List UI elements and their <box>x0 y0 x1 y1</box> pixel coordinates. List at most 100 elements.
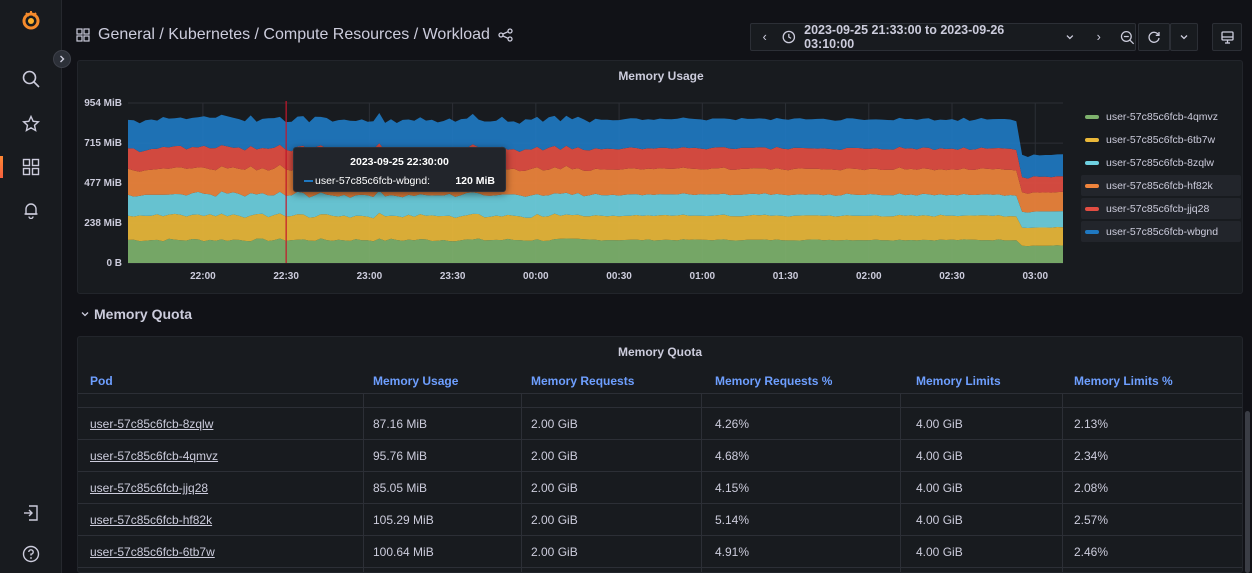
table-cell: 2.00 GiB <box>531 481 578 495</box>
search-icon[interactable] <box>19 67 43 91</box>
tooltip-value: 120 MiB <box>455 175 495 187</box>
time-range-label[interactable]: 2023-09-25 21:33:00 to 2023-09-26 03:10:… <box>804 23 1051 51</box>
x-tick-label: 02:30 <box>939 271 965 282</box>
memory-quota-panel: Memory Quota Pod Memory Usage Memory Reque… <box>77 336 1243 573</box>
dashboard-grid-icon <box>76 28 90 42</box>
panel-title[interactable]: Memory Quota <box>78 345 1242 359</box>
table-row[interactable]: user-57c85c6fcb-4qmvz 95.76 MiB 2.00 GiB 4.… <box>78 440 1242 472</box>
x-tick-label: 00:00 <box>523 271 549 282</box>
time-range-picker[interactable]: ‹ 2023-09-25 21:33:00 to 2023-09-26 03:1… <box>750 23 1136 51</box>
legend-item[interactable]: user-57c85c6fcb-jjq28 <box>1081 198 1241 219</box>
chevron-down-icon <box>1180 35 1188 40</box>
column-header[interactable]: Memory Limits % <box>1074 374 1173 388</box>
pod-link[interactable]: user-57c85c6fcb-8zqlw <box>90 417 213 431</box>
table-cell: 100.64 MiB <box>373 545 434 559</box>
top-navbar: General / Kubernetes / Compute Resources… <box>62 0 1252 67</box>
table-cell: 2.00 GiB <box>531 417 578 431</box>
legend-label: user-57c85c6fcb-6tb7w <box>1106 133 1216 146</box>
active-indicator <box>0 156 3 178</box>
table-cell: 4.00 GiB <box>916 513 963 527</box>
x-tick-label: 22:00 <box>190 271 216 282</box>
tv-mode-button[interactable] <box>1212 23 1242 51</box>
legend-item[interactable]: user-57c85c6fcb-6tb7w <box>1081 129 1241 150</box>
pod-link[interactable]: user-57c85c6fcb-6tb7w <box>90 545 215 559</box>
x-tick-label: 00:30 <box>606 271 632 282</box>
x-tick-label: 02:00 <box>856 271 882 282</box>
column-divider <box>1062 394 1063 572</box>
table-cell: 87.16 MiB <box>373 417 428 431</box>
table-row[interactable]: user-57c85c6fcb-6tb7w 100.64 MiB 2.00 GiB 4… <box>78 536 1242 568</box>
pod-link[interactable]: user-57c85c6fcb-4qmvz <box>90 449 218 463</box>
table-cell: 2.00 GiB <box>531 513 578 527</box>
sign-in-icon[interactable] <box>19 501 43 525</box>
refresh-icon <box>1148 31 1160 43</box>
chevron-down-icon <box>81 312 89 317</box>
alerting-icon[interactable] <box>19 198 43 222</box>
x-tick-label: 01:30 <box>773 271 799 282</box>
column-header[interactable]: Memory Requests % <box>715 374 832 388</box>
help-icon[interactable] <box>19 542 43 566</box>
table-row[interactable]: user-57c85c6fcb-8zqlw 87.16 MiB 2.00 GiB 4.… <box>78 408 1242 440</box>
table-cell: 5.14% <box>715 513 750 527</box>
column-header[interactable]: Pod <box>90 374 113 388</box>
column-divider <box>900 394 901 572</box>
table-cell: 2.13% <box>1074 417 1109 431</box>
legend-item[interactable]: user-57c85c6fcb-wbgnd <box>1081 221 1241 242</box>
tooltip-series-name: user-57c85c6fcb-wbgnd: <box>315 175 430 187</box>
time-forward-button[interactable]: › <box>1089 30 1108 44</box>
table-cell: 4.15% <box>715 481 750 495</box>
column-header[interactable]: Memory Limits <box>916 374 1001 388</box>
y-tick-label: 477 MiB <box>84 178 122 189</box>
table-cell: 85.05 MiB <box>373 481 428 495</box>
tooltip-row: user-57c85c6fcb-wbgnd: 120 MiB <box>304 175 495 187</box>
area-series-user-57c85c6fcb-4qmvz[interactable] <box>128 238 1063 263</box>
row-header-memory-quota[interactable]: Memory Quota <box>80 306 192 322</box>
expand-sidebar-button[interactable] <box>53 50 71 68</box>
tooltip-time: 2023-09-25 22:30:00 <box>350 156 449 168</box>
table-row[interactable]: user-57c85c6fcb-jjq28 85.05 MiB 2.00 GiB 4.… <box>78 472 1242 504</box>
column-header[interactable]: Memory Requests <box>531 374 634 388</box>
table-cell: 2.00 GiB <box>531 449 578 463</box>
monitor-icon <box>1220 30 1234 44</box>
legend-item[interactable]: user-57c85c6fcb-4qmvz <box>1081 106 1241 127</box>
dashboards-icon[interactable] <box>19 155 43 179</box>
refresh-button[interactable] <box>1138 23 1170 51</box>
legend-label: user-57c85c6fcb-wbgnd <box>1106 225 1219 238</box>
table-cell: 4.91% <box>715 545 750 559</box>
table-cell: 4.00 GiB <box>916 545 963 559</box>
pod-link[interactable]: user-57c85c6fcb-hf82k <box>90 513 212 527</box>
y-tick-label: 0 B <box>106 258 122 269</box>
pod-link[interactable]: user-57c85c6fcb-jjq28 <box>90 481 208 495</box>
tooltip-swatch <box>304 180 313 182</box>
table-cell: 105.29 MiB <box>373 513 434 527</box>
breadcrumb-text[interactable]: General / Kubernetes / Compute Resources… <box>98 26 490 44</box>
y-tick-label: 715 MiB <box>84 138 122 149</box>
table-cell: 2.57% <box>1074 513 1109 527</box>
legend-swatch <box>1085 160 1099 165</box>
share-icon[interactable] <box>498 28 513 42</box>
column-header[interactable]: Memory Usage <box>373 374 458 388</box>
table-cell: 4.68% <box>715 449 750 463</box>
column-divider <box>521 394 522 572</box>
legend-swatch <box>1085 183 1099 188</box>
star-icon[interactable] <box>19 112 43 136</box>
table-row[interactable]: user-57c85c6fcb-hf82k 105.29 MiB 2.00 GiB 5… <box>78 504 1242 536</box>
table-scrollbar[interactable] <box>1245 411 1250 573</box>
legend-item[interactable]: user-57c85c6fcb-hf82k <box>1081 175 1241 196</box>
time-back-button[interactable]: ‹ <box>755 30 774 44</box>
legend-item[interactable]: user-57c85c6fcb-8zqlw <box>1081 152 1241 173</box>
memory-usage-chart[interactable]: 0 B 238 MiB 477 MiB 715 MiB 954 MiB 22:00 22:3… <box>78 61 1078 295</box>
chart-legend: user-57c85c6fcb-4qmvz user-57c85c6fcb-6tb… <box>1081 106 1241 244</box>
breadcrumb: General / Kubernetes / Compute Resources… <box>76 26 513 44</box>
legend-label: user-57c85c6fcb-jjq28 <box>1106 202 1210 215</box>
x-tick-label: 23:00 <box>357 271 383 282</box>
chevron-down-icon[interactable] <box>1065 32 1075 42</box>
refresh-interval-dropdown[interactable] <box>1170 23 1198 51</box>
zoom-out-icon[interactable] <box>1120 30 1135 45</box>
grafana-logo[interactable] <box>19 8 43 32</box>
table-cell: 4.26% <box>715 417 750 431</box>
chevron-right-icon <box>60 55 65 63</box>
x-tick-label: 22:30 <box>273 271 299 282</box>
y-tick-label: 954 MiB <box>84 98 122 109</box>
table-header: Pod Memory Usage Memory Requests Memory Req… <box>78 369 1242 394</box>
